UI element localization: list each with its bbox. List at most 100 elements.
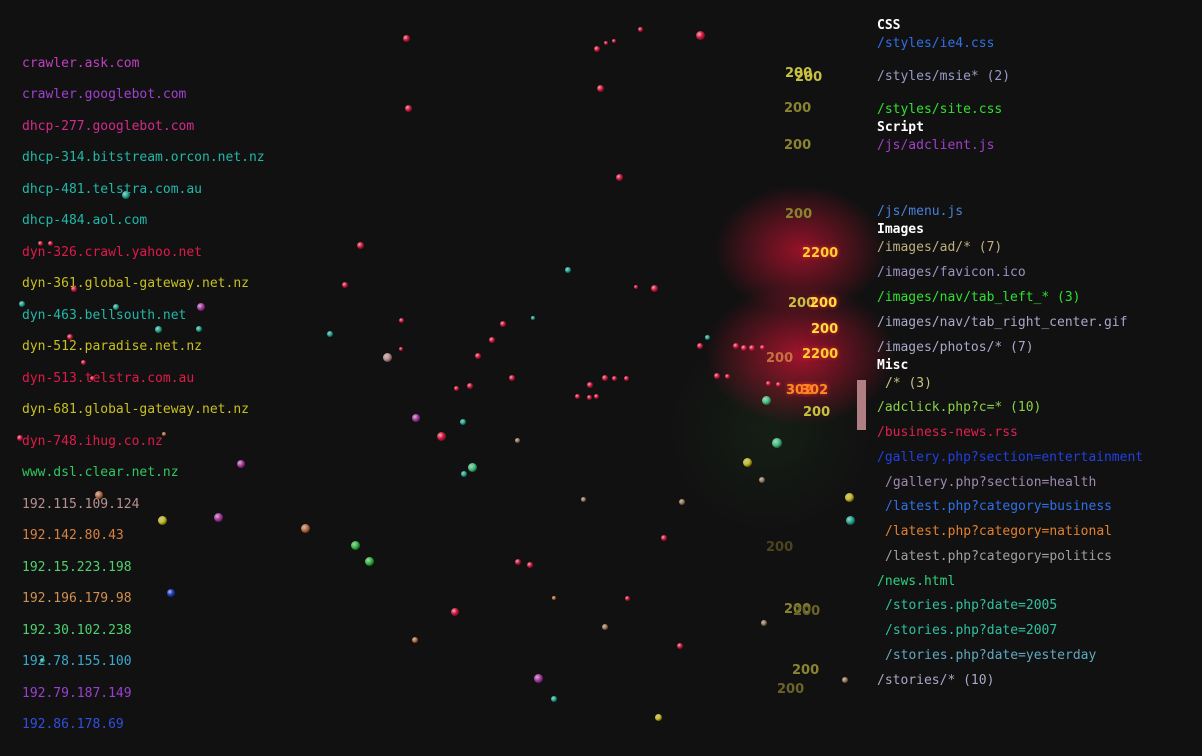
request-ball — [327, 331, 333, 337]
request-ball — [749, 345, 755, 351]
request-ball — [602, 375, 608, 381]
request-ball — [593, 393, 599, 399]
request-ball — [300, 523, 310, 533]
request-ball — [461, 471, 467, 477]
host-label: dyn-512.paradise.net.nz — [22, 339, 203, 354]
response-code: 200 — [803, 405, 831, 420]
request-ball — [623, 375, 629, 381]
response-code: 200 — [766, 351, 794, 366]
request-ball — [772, 438, 782, 448]
request-ball — [154, 325, 162, 333]
request-ball — [661, 535, 667, 541]
request-ball — [356, 241, 364, 249]
request-ball — [399, 347, 403, 351]
response-code: 200 — [766, 540, 794, 555]
request-ball — [654, 713, 662, 721]
path-label: /styles/site.css — [877, 102, 1003, 117]
host-label: dhcp-277.googlebot.com — [22, 119, 195, 134]
request-ball — [80, 359, 86, 365]
request-ball — [412, 637, 418, 643]
request-ball — [697, 343, 703, 349]
response-code: 200 — [793, 604, 821, 619]
request-ball — [565, 267, 571, 273]
request-ball — [845, 515, 855, 525]
request-ball — [527, 562, 533, 568]
host-label: dyn-361.global-gateway.net.nz — [22, 276, 249, 291]
request-ball — [157, 515, 167, 525]
request-ball — [412, 414, 420, 422]
paddle — [857, 380, 866, 430]
response-code: 200 — [785, 207, 813, 222]
request-ball — [586, 394, 592, 400]
request-ball — [611, 375, 617, 381]
request-ball — [489, 337, 495, 343]
host-label: dhcp-314.bitstream.orcon.net.nz — [22, 150, 265, 165]
category-label: Misc — [877, 358, 909, 373]
request-ball — [213, 512, 223, 522]
request-ball — [596, 84, 604, 92]
request-ball — [759, 477, 765, 483]
request-ball — [122, 191, 130, 199]
request-ball — [842, 677, 848, 683]
response-code: 200 — [784, 138, 812, 153]
host-label: 192.115.109.124 — [22, 497, 140, 512]
request-ball — [580, 496, 586, 502]
host-label: crawler.ask.com — [22, 56, 140, 71]
path-label: /stories.php?date=2007 — [885, 623, 1058, 638]
request-ball — [742, 457, 752, 467]
request-ball — [467, 383, 473, 389]
path-label: /stories/* (10) — [877, 673, 995, 688]
request-ball — [237, 460, 245, 468]
host-label: 192.142.80.43 — [22, 528, 124, 543]
response-code: 2200 — [802, 347, 839, 362]
request-ball — [634, 285, 638, 289]
host-label: dyn-513.telstra.com.au — [22, 371, 195, 386]
category-label: Script — [877, 120, 924, 135]
request-ball — [39, 657, 45, 663]
host-label: 192.79.187.149 — [22, 686, 132, 701]
request-ball — [604, 41, 608, 45]
response-code: 302 — [801, 383, 829, 398]
request-ball — [197, 303, 205, 311]
request-ball — [552, 596, 556, 600]
request-ball — [404, 104, 412, 112]
request-ball — [67, 334, 73, 340]
host-label: 192.30.102.238 — [22, 623, 132, 638]
path-label: /styles/ie4.css — [877, 36, 995, 51]
request-ball — [47, 240, 53, 246]
request-ball — [551, 696, 557, 702]
path-label: /latest.php?category=national — [885, 524, 1112, 539]
request-ball — [342, 282, 348, 288]
request-ball — [765, 380, 771, 386]
request-ball — [398, 317, 404, 323]
logstalgia-canvas: crawler.ask.com crawler.googlebot.com dhcp… — [0, 0, 1202, 756]
response-code: 200 — [792, 663, 820, 678]
request-ball — [364, 556, 374, 566]
request-ball — [612, 39, 616, 43]
response-code: 200 — [810, 296, 838, 311]
request-ball — [587, 382, 593, 388]
path-label: /stories.php?date=yesterday — [885, 648, 1097, 663]
request-ball — [615, 173, 623, 181]
response-code: 200 — [811, 322, 839, 337]
host-label: dhcp-484.aol.com — [22, 213, 148, 228]
request-ball — [514, 437, 520, 443]
request-ball — [402, 34, 410, 42]
request-ball — [594, 46, 600, 52]
request-ball — [724, 373, 730, 379]
request-ball — [436, 431, 446, 441]
response-code: 2200 — [802, 246, 839, 261]
host-label: 192.86.178.69 — [22, 717, 124, 732]
host-label: crawler.googlebot.com — [22, 87, 187, 102]
request-ball — [733, 343, 739, 349]
path-label: /js/adclient.js — [877, 138, 995, 153]
path-label: /styles/msie* (2) — [877, 69, 1011, 84]
path-label: /gallery.php?section=entertainment — [877, 450, 1144, 465]
request-ball — [650, 284, 658, 292]
request-ball — [714, 373, 720, 379]
request-ball — [350, 540, 360, 550]
response-code: 200 — [777, 682, 805, 697]
path-label: /news.html — [877, 574, 956, 589]
request-ball — [759, 344, 765, 350]
request-ball — [475, 353, 481, 359]
